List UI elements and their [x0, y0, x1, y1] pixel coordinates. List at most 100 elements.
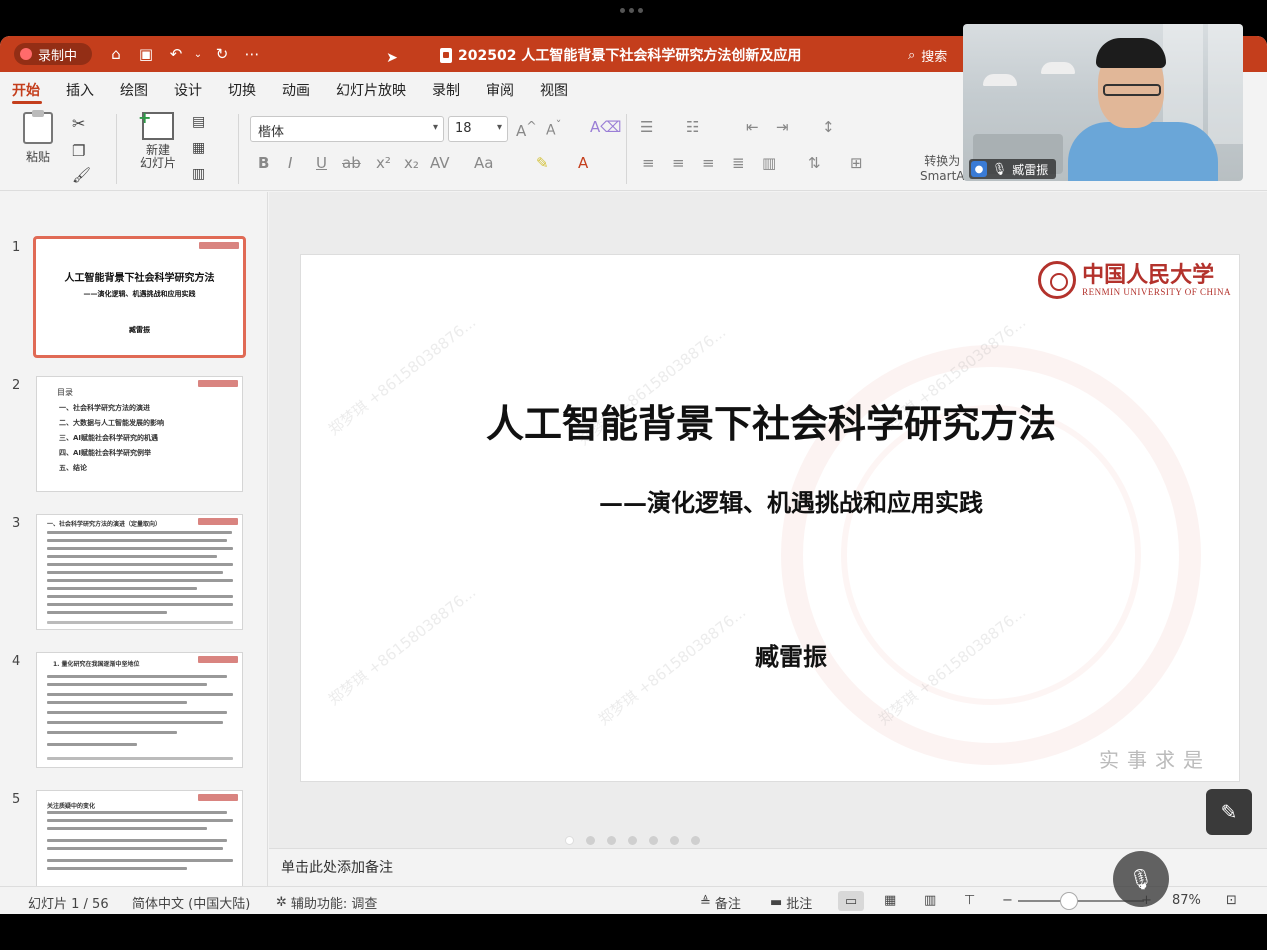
accessibility-button[interactable]: ✲ 辅助功能: 调查 — [276, 893, 377, 912]
change-case-icon[interactable]: Aa — [474, 154, 493, 172]
tab-review[interactable]: 审阅 — [486, 72, 528, 106]
new-slide-button[interactable]: + 新建 幻灯片 — [130, 108, 186, 170]
notes-button[interactable]: ≜ 备注 — [700, 893, 741, 912]
video-call-thumbnail[interactable]: ● 🎙 臧雷振 — [963, 24, 1243, 181]
record-dot-icon — [20, 48, 32, 60]
comment-icon: ▬ — [770, 895, 783, 910]
slide-thumbnail-3[interactable]: 一、社会科学研究方法的演进（定量取向） — [36, 514, 243, 630]
slide-subtitle[interactable]: ——演化逻辑、机遇挑战和应用实践 — [301, 483, 1239, 518]
line-spacing-icon[interactable]: ↕ — [822, 118, 835, 136]
tab-draw[interactable]: 绘图 — [120, 72, 162, 106]
tab-record[interactable]: 录制 — [432, 72, 474, 106]
tab-view[interactable]: 视图 — [540, 72, 582, 106]
redo-icon[interactable]: ↻ — [212, 44, 232, 64]
reading-view-icon[interactable]: ▥ — [924, 893, 936, 908]
section-icon[interactable]: ▥ — [192, 166, 205, 182]
tab-transitions[interactable]: 切换 — [228, 72, 270, 106]
search-icon: ⌕ — [908, 48, 916, 63]
page-dot[interactable] — [649, 836, 658, 845]
align-right-icon[interactable]: ≡ — [702, 154, 715, 172]
tab-design[interactable]: 设计 — [174, 72, 216, 106]
increase-indent-icon[interactable]: ⇥ — [776, 118, 789, 136]
page-dot[interactable] — [607, 836, 616, 845]
italic-icon[interactable]: I — [288, 154, 292, 172]
bullets-icon[interactable]: ☰ — [640, 118, 653, 136]
page-dot[interactable] — [565, 836, 574, 845]
slide-title[interactable]: 人工智能背景下社会科学研究方法 — [301, 393, 1239, 448]
font-color-icon[interactable]: A — [578, 154, 588, 172]
paste-button[interactable]: 粘贴 — [16, 110, 60, 165]
superscript-icon[interactable]: x² — [376, 154, 391, 172]
character-spacing-icon[interactable]: AV — [430, 154, 450, 172]
slide-thumbnail-5[interactable]: 关注质疑中的变化 — [36, 790, 243, 886]
decrease-indent-icon[interactable]: ⇤ — [746, 118, 759, 136]
slide-thumbnail-1[interactable]: 人工智能背景下社会科学研究方法 ——演化逻辑、机遇挑战和应用实践 臧雷振 — [33, 236, 246, 358]
save-icon[interactable]: ▣ — [136, 44, 156, 64]
search-label: 搜索 — [921, 50, 948, 65]
recording-indicator[interactable]: 录制中 — [14, 43, 92, 65]
font-size-value: 18 — [455, 121, 472, 136]
strikethrough-icon[interactable]: ab — [342, 154, 361, 172]
mute-microphone-button[interactable]: 🎙 — [1113, 851, 1169, 907]
language-indicator[interactable]: 简体中文 (中国大陆) — [132, 893, 250, 912]
fit-to-window-icon[interactable]: ⊡ — [1226, 893, 1237, 908]
home-icon[interactable]: ⌂ — [106, 44, 126, 64]
normal-view-icon[interactable]: ▭ — [838, 891, 864, 911]
tab-slideshow[interactable]: 幻灯片放映 — [336, 72, 420, 106]
bold-icon[interactable]: B — [258, 154, 269, 172]
slide-thumbnail-4[interactable]: 1. 量化研究在我国逐渐中坚地位 — [36, 652, 243, 768]
thumb-number: 4 — [12, 654, 21, 669]
smartart-label: SmartA — [920, 169, 965, 183]
text-direction-icon[interactable]: ⇅ — [808, 154, 821, 172]
zoom-out-icon[interactable]: − — [1002, 893, 1013, 908]
slide-sorter-icon[interactable]: ▦ — [884, 893, 896, 908]
increase-font-icon[interactable]: A^ — [516, 118, 537, 140]
tab-insert[interactable]: 插入 — [66, 72, 108, 106]
page-dot[interactable] — [586, 836, 595, 845]
numbering-icon[interactable]: ☷ — [686, 118, 699, 136]
thumb-number: 5 — [12, 792, 21, 807]
slide-thumbnail-2[interactable]: 目录 一、社会科学研究方法的演进 二、大数据与人工智能发展的影响 三、AI赋能社… — [36, 376, 243, 492]
convert-label: 转换为 — [924, 154, 961, 168]
clear-format-icon[interactable]: A⌫ — [590, 118, 621, 136]
font-name-select[interactable]: 楷体 ▾ — [250, 116, 444, 142]
slide-thumbnails-pane: 1 人工智能背景下社会科学研究方法 ——演化逻辑、机遇挑战和应用实践 臧雷振 2… — [0, 192, 268, 886]
undo-icon[interactable]: ↶ — [166, 44, 186, 64]
cut-icon[interactable]: ✂ — [72, 114, 85, 133]
font-size-select[interactable]: 18 ▾ — [448, 116, 508, 142]
justify-icon[interactable]: ≣ — [732, 154, 745, 172]
search-box[interactable]: ⌕ 搜索 — [908, 46, 947, 65]
tab-animations[interactable]: 动画 — [282, 72, 324, 106]
format-painter-icon[interactable]: 🖌 — [72, 166, 91, 184]
comments-button[interactable]: ▬ 批注 — [770, 893, 812, 912]
layout-icon[interactable]: ▤ — [192, 114, 205, 130]
microphone-muted-icon: 🎙 — [1128, 867, 1154, 891]
decrease-font-icon[interactable]: Aˇ — [546, 118, 561, 139]
current-slide[interactable]: 郑梦琪 +8615803887​6... 郑梦琪 +8615803887​6..… — [300, 254, 1240, 782]
align-left-icon[interactable]: ≡ — [642, 154, 655, 172]
align-text-icon[interactable]: ⊞ — [850, 154, 863, 172]
align-center-icon[interactable]: ≡ — [672, 154, 685, 172]
slide-author[interactable]: 臧雷振 — [301, 637, 1239, 672]
thumb-author: 臧雷振 — [129, 326, 150, 334]
more-icon[interactable]: ⋯ — [242, 44, 262, 64]
copy-icon[interactable]: ❐ — [72, 142, 85, 160]
reset-icon[interactable]: ▦ — [192, 140, 205, 156]
page-dot[interactable] — [691, 836, 700, 845]
university-name-cn: 中国人民大学 — [1082, 262, 1215, 288]
page-dot[interactable] — [670, 836, 679, 845]
convert-smartart-button[interactable]: 转换为 SmartA — [920, 152, 965, 183]
slideshow-icon[interactable]: ⊤ — [964, 893, 975, 908]
tab-home[interactable]: 开始 — [12, 72, 54, 106]
columns-icon[interactable]: ▥ — [762, 154, 776, 172]
undo-dropdown-chevron-icon[interactable]: ⌄ — [188, 44, 208, 64]
underline-icon[interactable]: U — [316, 154, 327, 172]
zoom-slider-handle[interactable] — [1060, 892, 1078, 910]
page-dot[interactable] — [628, 836, 637, 845]
edit-annotation-button[interactable]: ✎ — [1206, 789, 1252, 835]
subscript-icon[interactable]: x₂ — [404, 154, 419, 172]
zoom-percent[interactable]: 87% — [1172, 893, 1201, 908]
mouse-cursor-icon: ➤ — [386, 50, 398, 66]
window-handle-dots[interactable] — [620, 8, 650, 16]
highlight-icon[interactable]: ✎ — [536, 154, 549, 172]
